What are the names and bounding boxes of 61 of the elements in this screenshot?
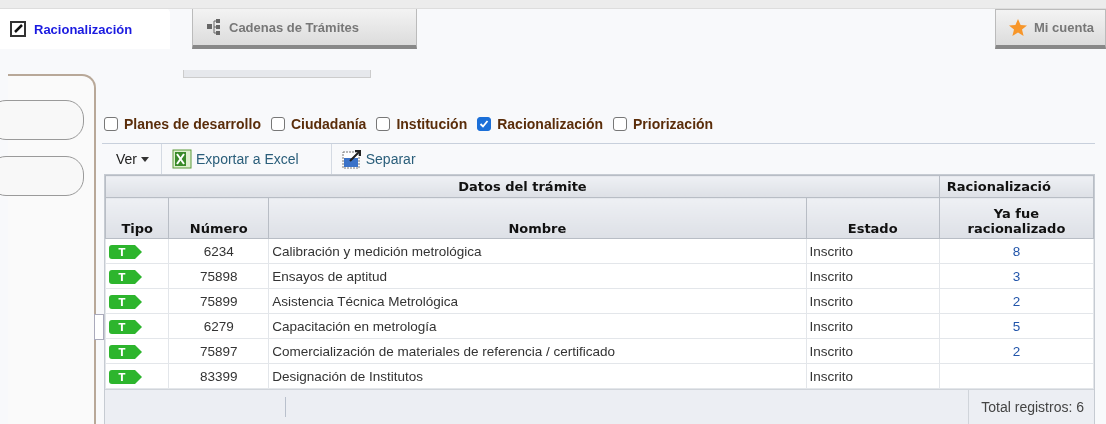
column-header[interactable]: Ya fue racionalizado (939, 197, 1094, 239)
column-header[interactable]: Estado (806, 197, 940, 239)
checkbox-label: Planes de desarrollo (124, 115, 261, 132)
group-header: Racionalizació (945, 179, 1052, 194)
total-records: Total registros: 6 (968, 390, 1094, 424)
checkbox[interactable] (104, 116, 118, 131)
group-header: Datos del trámite (457, 179, 588, 194)
table-cell: Inscrito (806, 288, 940, 314)
type-tag: T (109, 344, 143, 359)
count-link[interactable]: 8 (1012, 243, 1021, 259)
table-cell: Designación de Institutos (268, 363, 806, 389)
period-field[interactable] (183, 70, 371, 79)
table-cell: 75898 (168, 263, 269, 289)
table-cell: Inscrito (806, 238, 940, 264)
split-window-icon (341, 149, 362, 170)
column-header[interactable]: Tipo (105, 197, 169, 239)
table-cell: Inscrito (806, 338, 940, 364)
tab[interactable]: Cadenas de Trámites (192, 9, 417, 49)
table-cell: Capacitación en metrología (268, 313, 806, 339)
checkbox[interactable] (376, 116, 391, 131)
collapse-handle[interactable] (94, 314, 104, 340)
checkbox[interactable] (477, 116, 492, 131)
type-tag: T (109, 269, 143, 284)
checkbox[interactable] (613, 116, 627, 131)
checkbox-label: Institución (396, 115, 468, 132)
table-cell: Inscrito (806, 313, 940, 339)
count-link[interactable]: 5 (1012, 318, 1021, 334)
column-header[interactable]: Nombre (268, 197, 806, 239)
tab[interactable]: Racionalización (0, 9, 170, 49)
column-header[interactable]: Número (168, 197, 269, 239)
checkbox-label: Ciudadanía (290, 115, 367, 132)
count-link[interactable]: 2 (1012, 293, 1021, 309)
checkbox-label: Racionalización (497, 115, 603, 132)
table-cell: Asistencia Técnica Metrológica (268, 288, 806, 314)
table-cell: Ensayos de aptitud (268, 263, 806, 289)
table-cell: 75897 (168, 338, 269, 364)
pill-button[interactable] (0, 156, 84, 196)
count-link[interactable]: 3 (1012, 268, 1021, 284)
toolbar-button[interactable]: Separar (331, 144, 426, 174)
spreadsheet-icon (172, 149, 192, 170)
edit-icon (10, 21, 26, 37)
tree-icon (207, 19, 221, 35)
checkbox[interactable] (270, 116, 285, 131)
checkbox-label: Priorización (633, 115, 714, 132)
count-link[interactable]: 2 (1012, 343, 1021, 359)
type-tag: T (109, 319, 143, 334)
type-tag: T (109, 244, 143, 259)
star-icon (1008, 17, 1028, 38)
account-tab[interactable]: Mi cuenta (995, 9, 1106, 49)
table-cell: 6279 (168, 313, 269, 339)
table-cell: Inscrito (806, 263, 940, 289)
type-tag: T (109, 369, 143, 384)
type-tag: T (109, 294, 143, 309)
table-cell: Comercialización de materiales de referencia / certificado (268, 338, 806, 364)
pill-button[interactable] (0, 100, 84, 140)
table-cell: 6234 (168, 238, 269, 264)
table-cell: Inscrito (806, 363, 940, 389)
table-cell: 75899 (168, 288, 269, 314)
caret-icon (141, 156, 149, 162)
table-cell: 83399 (168, 363, 269, 389)
table-cell: Calibración y medición metrológica (268, 238, 806, 264)
